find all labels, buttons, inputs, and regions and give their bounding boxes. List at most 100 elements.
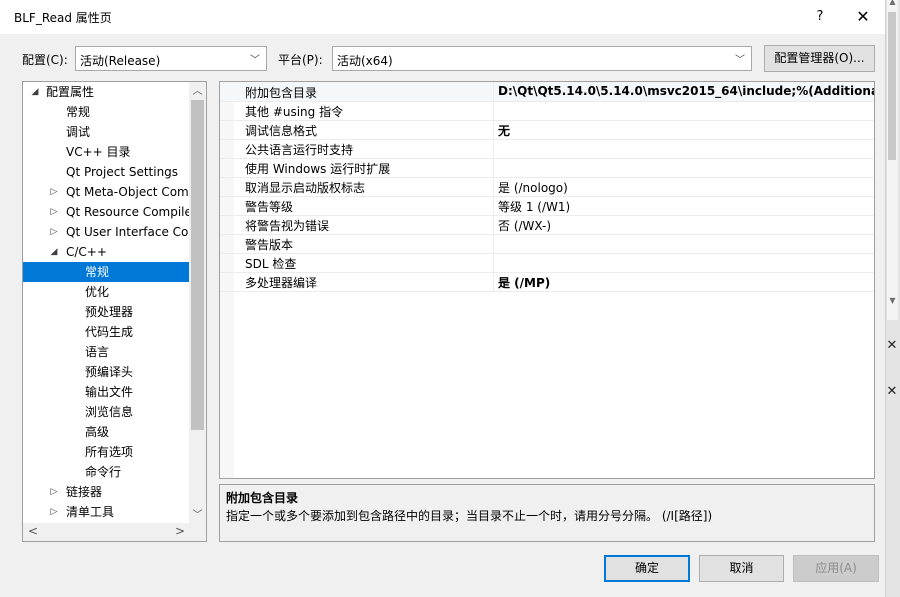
background-close-icon: ✕ [886,384,898,399]
property-name: SDL 检查 [245,257,297,271]
chevron-down-icon: ﹀ [735,55,745,66]
collapse-arrow-icon[interactable]: ◢ [49,242,59,262]
tree-item[interactable]: VC++ 目录 [23,142,189,162]
scroll-up-icon[interactable]: ︿ [189,82,206,97]
tree-item[interactable]: ▷ Qt Resource Compile [23,202,189,222]
tree-item[interactable]: ▷ 清单工具 [23,502,189,522]
tree-item[interactable]: ◢ 配置属性 [23,82,189,102]
tree-item-label: 高级 [85,425,110,439]
tree-item[interactable]: 预处理器 [23,302,189,322]
background-close-icon: ✕ [886,338,898,353]
tree-item[interactable]: 输出文件 [23,382,189,402]
column-divider [493,158,494,177]
scroll-down-icon[interactable]: ﹀ [189,506,206,521]
property-name: 调试信息格式 [245,124,318,138]
expand-arrow-icon[interactable]: ▷ [49,482,59,502]
property-value[interactable]: D:\Qt\Qt5.14.0\5.14.0\msvc2015_64\includ… [498,84,874,98]
tree-item[interactable]: 高级 [23,422,189,442]
property-value[interactable]: 无 [498,122,510,139]
column-divider [493,196,494,215]
config-label: 配置(C): [22,53,68,67]
property-row[interactable]: 附加包含目录 D:\Qt\Qt5.14.0\5.14.0\msvc2015_64\… [220,82,874,102]
configuration-manager-button[interactable]: 配置管理器(O)... [764,45,875,72]
scroll-right-icon[interactable]: > [175,524,185,538]
property-grid[interactable]: 附加包含目录 D:\Qt\Qt5.14.0\5.14.0\msvc2015_64\… [219,81,875,479]
platform-dropdown[interactable]: 活动(x64) ﹀ [332,46,752,71]
ok-button[interactable]: 确定 [604,555,690,582]
property-name: 公共语言运行时支持 [245,143,354,157]
column-divider [493,101,494,120]
tree-item-label: 常规 [66,105,91,119]
background-scrollbar-thumb [888,12,896,160]
property-name: 警告版本 [245,238,294,252]
column-divider [493,177,494,196]
tree-item-label: 命令行 [85,465,122,479]
apply-button[interactable]: 应用(A) [793,555,879,582]
tree-item[interactable]: Qt Project Settings [23,162,189,182]
property-row[interactable]: 警告版本 [220,234,874,254]
property-row[interactable]: SDL 检查 [220,253,874,273]
tree-item[interactable]: 语言 [23,342,189,362]
tree-item-label: 所有选项 [85,445,134,459]
property-row[interactable]: 警告等级 等级 1 (/W1) [220,196,874,216]
column-divider [493,82,494,101]
property-row[interactable]: 将警告视为错误 否 (/WX-) [220,215,874,235]
property-name: 取消显示启动版权标志 [245,181,366,195]
tree-item[interactable]: 常规 [23,102,189,122]
window-title: BLF_Read 属性页 [14,11,112,25]
expand-arrow-icon[interactable]: ▷ [49,222,59,242]
tree-item-label: Qt Resource Compile [66,205,189,219]
property-value[interactable]: 是 (/nologo) [498,179,568,196]
tree-item[interactable]: 常规 [23,262,189,282]
property-row[interactable]: 多处理器编译 是 (/MP) [220,272,874,292]
property-row[interactable]: 取消显示启动版权标志 是 (/nologo) [220,177,874,197]
tree-item[interactable]: ◢ C/C++ [23,242,189,262]
background-scroll-up-icon: ▲ [889,0,896,6]
description-title: 附加包含目录 [226,491,299,505]
column-divider [493,234,494,253]
property-row[interactable]: 使用 Windows 运行时扩展 [220,158,874,178]
help-button[interactable]: ? [805,2,835,32]
tree-item[interactable]: 预编译头 [23,362,189,382]
scroll-left-icon[interactable]: < [28,524,38,538]
tree-item-label: Qt User Interface Co [66,225,189,239]
property-row[interactable]: 调试信息格式 无 [220,120,874,140]
tree-item-label: 语言 [85,345,110,359]
tree-item[interactable]: 调试 [23,122,189,142]
platform-value: 活动(x64) [337,54,393,68]
tree-item[interactable]: 浏览信息 [23,402,189,422]
config-dropdown[interactable]: 活动(Release) ﹀ [75,46,267,71]
tree-item-label: Qt Meta-Object Com [66,185,189,199]
tree-item[interactable]: 优化 [23,282,189,302]
close-button[interactable]: ✕ [848,2,878,32]
expand-arrow-icon[interactable]: ▷ [49,202,59,222]
property-value[interactable]: 否 (/WX-) [498,217,551,234]
platform-label: 平台(P): [278,53,323,67]
property-tree[interactable]: ◢ 配置属性 常规 调试 VC++ 目录 Qt Project Settings ▷ Qt M… [22,81,207,542]
tree-horizontal-scrollbar[interactable]: < > [23,523,206,541]
tree-item[interactable]: ▷ Qt Meta-Object Com [23,182,189,202]
expand-arrow-icon[interactable]: ▷ [49,502,59,522]
tree-item-label: 浏览信息 [85,405,134,419]
tree-item-label: Qt Project Settings [66,165,179,179]
tree-item[interactable]: 代码生成 [23,322,189,342]
tree-item[interactable]: ▷ Qt User Interface Co [23,222,189,242]
background-scroll-down-icon: ▼ [889,296,896,305]
property-value[interactable]: 是 (/MP) [498,274,550,291]
tree-item[interactable]: 所有选项 [23,442,189,462]
chevron-down-icon: ﹀ [250,55,260,66]
config-value: 活动(Release) [80,54,161,68]
tree-item[interactable]: 命令行 [23,462,189,482]
collapse-arrow-icon[interactable]: ◢ [30,82,40,102]
property-name: 将警告视为错误 [245,219,330,233]
property-value[interactable]: 等级 1 (/W1) [498,198,570,215]
tree-scrollbar-thumb[interactable] [191,100,204,430]
cancel-button[interactable]: 取消 [699,555,784,582]
property-row[interactable]: 其他 #using 指令 [220,101,874,121]
tree-item[interactable]: ▷ 链接器 [23,482,189,502]
column-divider [493,120,494,139]
property-row[interactable]: 公共语言运行时支持 [220,139,874,159]
property-name: 警告等级 [245,200,294,214]
expand-arrow-icon[interactable]: ▷ [49,182,59,202]
tree-item-label: 清单工具 [66,505,115,519]
